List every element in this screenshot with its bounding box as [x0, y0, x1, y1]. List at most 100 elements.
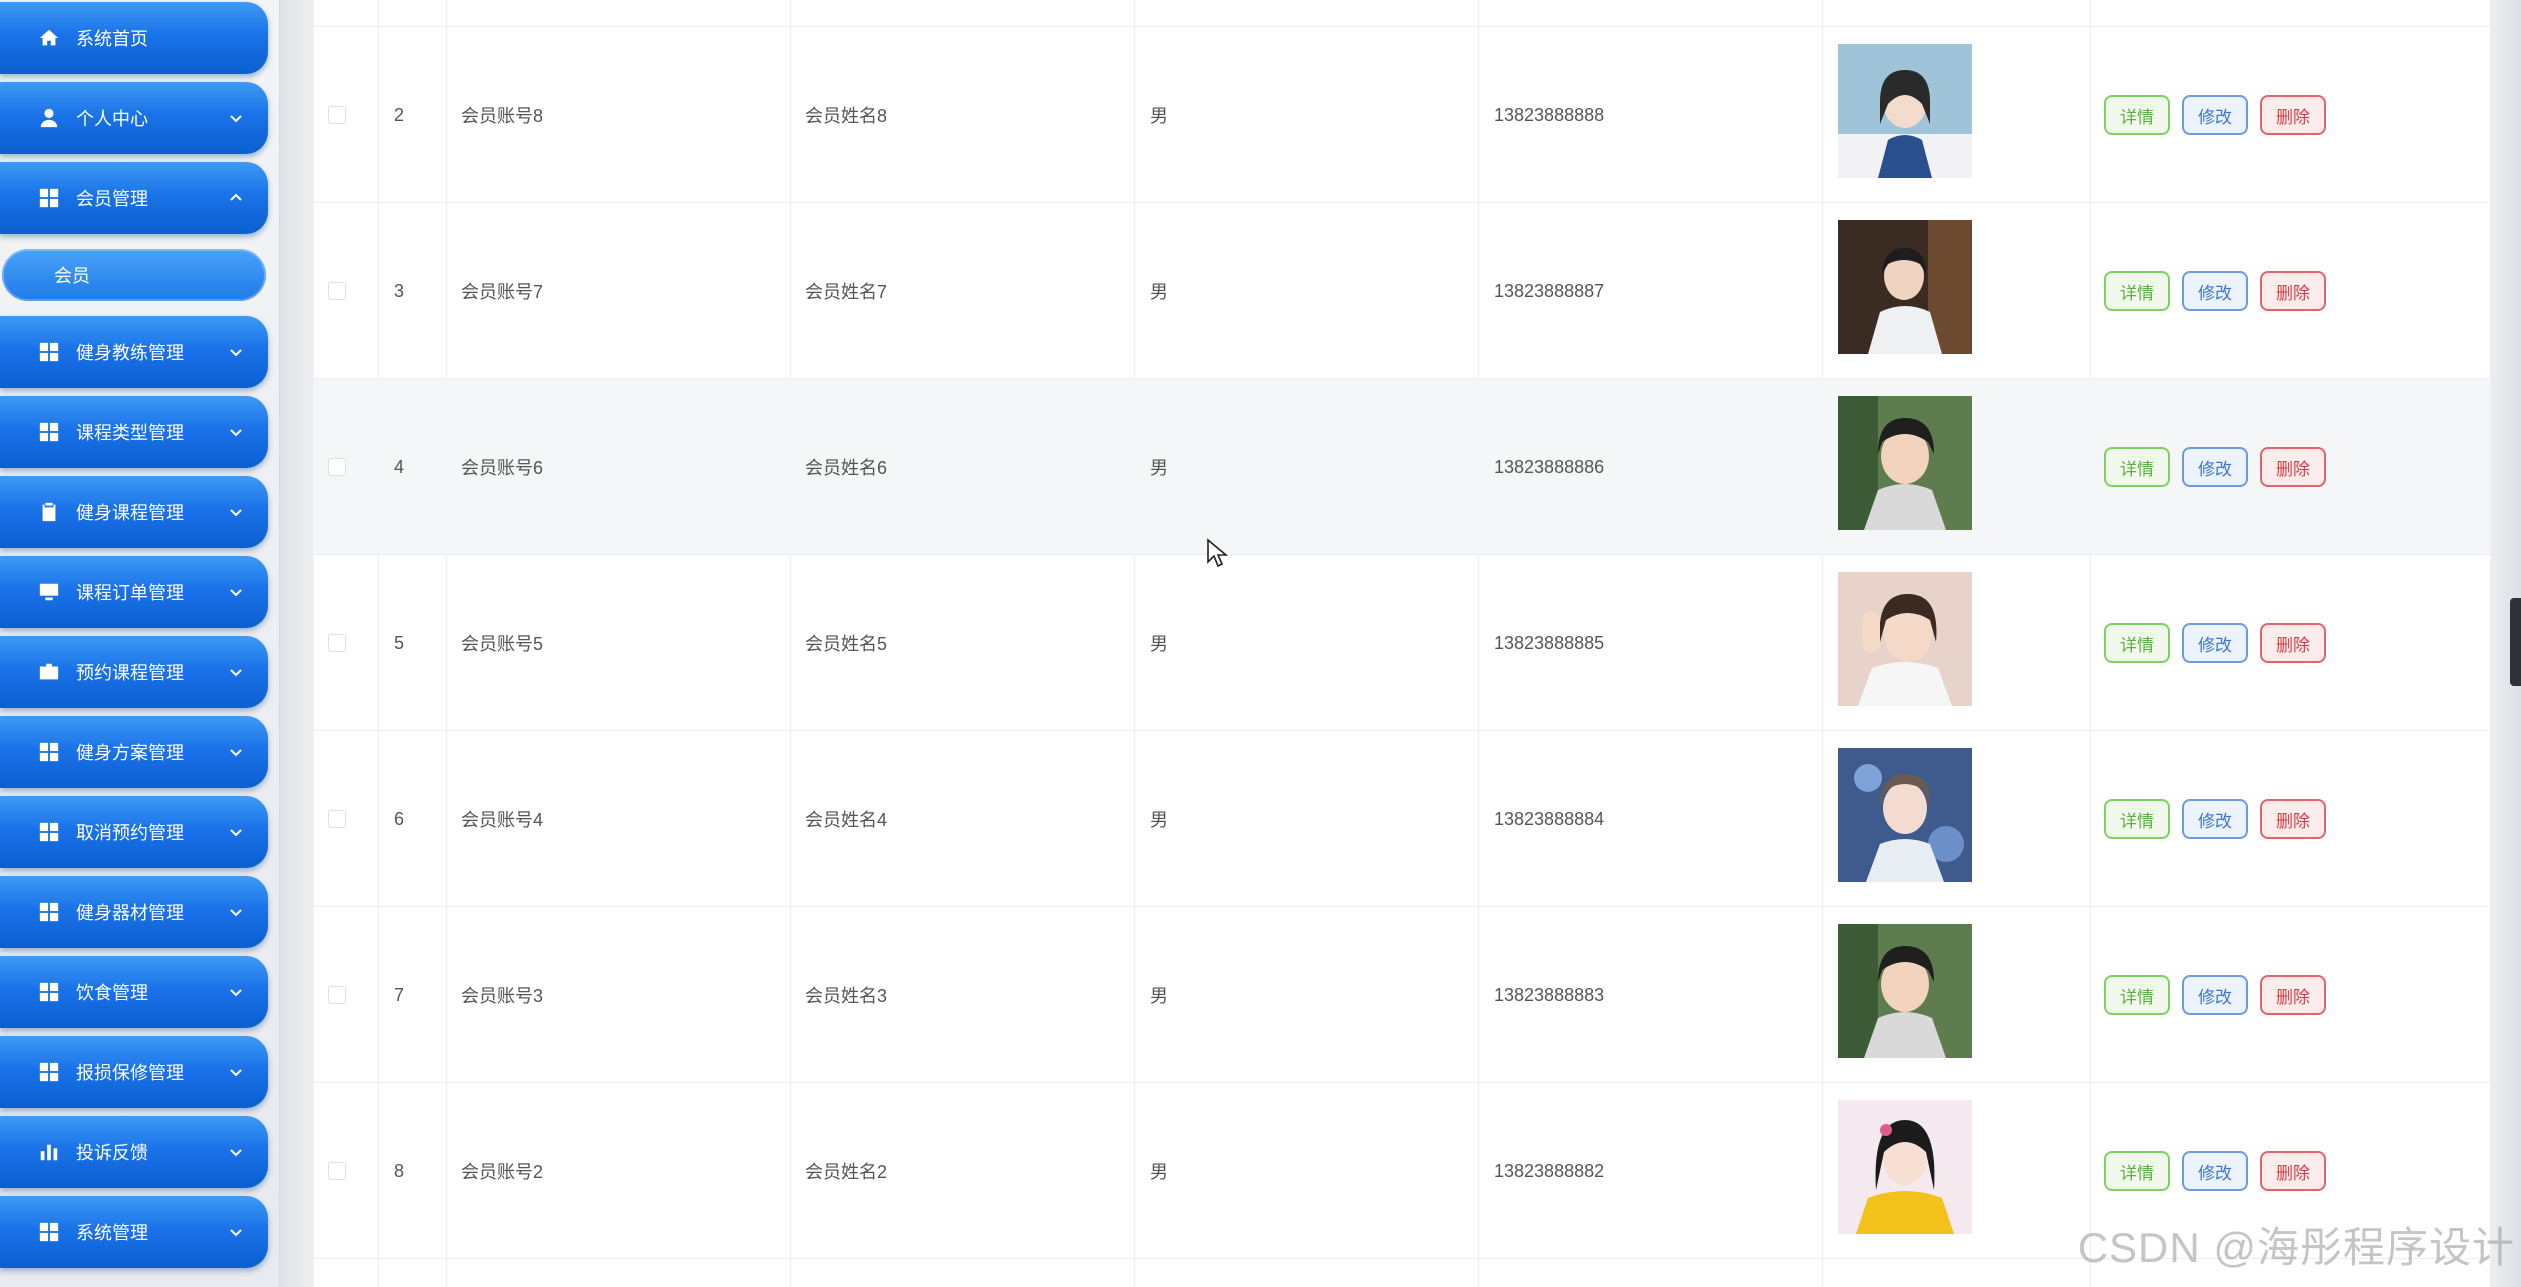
sidebar-subitem-label: 会员: [54, 266, 90, 286]
detail-button[interactable]: 详情: [2104, 95, 2170, 135]
member-phone: 13823888883: [1494, 984, 1605, 1005]
edit-button[interactable]: 修改: [2182, 447, 2248, 487]
mouse-cursor-icon: [1207, 538, 1228, 568]
row-checkbox[interactable]: [328, 282, 346, 300]
table-row-partial: [314, 0, 2490, 27]
edit-button[interactable]: 修改: [2182, 1151, 2248, 1191]
sidebar-item-fitness-plan-management[interactable]: 健身方案管理: [0, 716, 268, 788]
table-row: 5 会员账号5 会员姓名5 男 13823888885 详情 修改 删除: [314, 555, 2490, 731]
member-table: 2 会员账号8 会员姓名8 男 13823888888 详情 修改 删除 3 会…: [314, 0, 2490, 1287]
chevron-down-icon: [228, 424, 244, 440]
sidebar-item-course-type-management[interactable]: 课程类型管理: [0, 396, 268, 468]
row-checkbox-cell: [328, 555, 346, 731]
member-gender: 男: [1150, 986, 1168, 1006]
chevron-down-icon: [228, 664, 244, 680]
sidebar-item-label: 健身教练管理: [76, 343, 184, 363]
sidebar-item-label: 预约课程管理: [76, 663, 184, 683]
row-index: 7: [394, 984, 405, 1005]
edit-button[interactable]: 修改: [2182, 95, 2248, 135]
delete-button[interactable]: 删除: [2260, 95, 2326, 135]
sidebar-item-fitness-course-management[interactable]: 健身课程管理: [0, 476, 268, 548]
row-checkbox[interactable]: [328, 106, 346, 124]
detail-button[interactable]: 详情: [2104, 623, 2170, 663]
member-name: 会员姓名7: [805, 282, 888, 302]
row-checkbox[interactable]: [328, 1162, 346, 1180]
sidebar-item-label: 投诉反馈: [76, 1143, 148, 1163]
detail-button[interactable]: 详情: [2104, 975, 2170, 1015]
sidebar-item-damage-repair-management[interactable]: 报损保修管理: [0, 1036, 268, 1108]
member-gender: 男: [1150, 810, 1168, 830]
row-index: 6: [394, 808, 405, 829]
grid-icon: [38, 1061, 60, 1083]
sidebar-item-label: 健身器材管理: [76, 903, 184, 923]
member-phone: 13823888888: [1494, 104, 1605, 125]
bar-chart-icon: [38, 1141, 60, 1163]
delete-button[interactable]: 删除: [2260, 447, 2326, 487]
grid-icon: [38, 821, 60, 843]
member-account: 会员账号6: [461, 458, 544, 478]
scrollbar-thumb[interactable]: [2510, 598, 2521, 686]
member-phone: 13823888882: [1494, 1160, 1605, 1181]
row-actions: 详情 修改 删除: [2104, 555, 2338, 731]
member-account: 会员账号2: [461, 1162, 544, 1182]
row-index: 4: [394, 456, 405, 477]
grid-icon: [38, 1221, 60, 1243]
table-row: 3 会员账号7 会员姓名7 男 13823888887 详情 修改 删除: [314, 203, 2490, 379]
delete-button[interactable]: 删除: [2260, 623, 2326, 663]
detail-button[interactable]: 详情: [2104, 799, 2170, 839]
member-avatar: [1838, 1100, 1972, 1234]
row-checkbox-cell: [328, 27, 346, 203]
row-checkbox[interactable]: [328, 634, 346, 652]
sidebar-item-label: 取消预约管理: [76, 823, 184, 843]
row-index: 5: [394, 632, 405, 653]
sidebar-subitem-member[interactable]: 会员: [2, 249, 266, 301]
row-checkbox[interactable]: [328, 810, 346, 828]
delete-button[interactable]: 删除: [2260, 799, 2326, 839]
edit-button[interactable]: 修改: [2182, 623, 2248, 663]
sidebar-item-coach-management[interactable]: 健身教练管理: [0, 316, 268, 388]
sidebar-item-system-management[interactable]: 系统管理: [0, 1196, 268, 1268]
user-icon: [38, 107, 60, 129]
sidebar-item-complaint-feedback[interactable]: 投诉反馈: [0, 1116, 268, 1188]
sidebar-item-equipment-management[interactable]: 健身器材管理: [0, 876, 268, 948]
table-row: 7 会员账号3 会员姓名3 男 13823888883 详情 修改 删除: [314, 907, 2490, 1083]
sidebar-item-personal-center[interactable]: 个人中心: [0, 82, 268, 154]
chevron-down-icon: [228, 984, 244, 1000]
sidebar-item-label: 会员管理: [76, 189, 148, 209]
sidebar-item-label: 饮食管理: [76, 983, 148, 1003]
member-account: 会员账号5: [461, 634, 544, 654]
table-row: 6 会员账号4 会员姓名4 男 13823888884 详情 修改 删除: [314, 731, 2490, 907]
sidebar-item-home[interactable]: 系统首页: [0, 2, 268, 74]
member-phone: 13823888884: [1494, 808, 1605, 829]
briefcase-icon: [38, 661, 60, 683]
row-checkbox[interactable]: [328, 986, 346, 1004]
edit-button[interactable]: 修改: [2182, 271, 2248, 311]
sidebar-item-booking-management[interactable]: 预约课程管理: [0, 636, 268, 708]
member-avatar: [1838, 396, 1972, 530]
delete-button[interactable]: 删除: [2260, 271, 2326, 311]
sidebar-item-label: 系统首页: [76, 29, 148, 49]
chevron-down-icon: [228, 904, 244, 920]
delete-button[interactable]: 删除: [2260, 1151, 2326, 1191]
detail-button[interactable]: 详情: [2104, 271, 2170, 311]
delete-button[interactable]: 删除: [2260, 975, 2326, 1015]
row-actions: 详情 修改 删除: [2104, 27, 2338, 203]
chevron-up-icon: [228, 190, 244, 206]
sidebar-item-diet-management[interactable]: 饮食管理: [0, 956, 268, 1028]
edit-button[interactable]: 修改: [2182, 799, 2248, 839]
member-name: 会员姓名3: [805, 986, 888, 1006]
detail-button[interactable]: 详情: [2104, 1151, 2170, 1191]
row-actions: 详情 修改 删除: [2104, 203, 2338, 379]
row-checkbox[interactable]: [328, 458, 346, 476]
member-gender: 男: [1150, 634, 1168, 654]
edit-button[interactable]: 修改: [2182, 975, 2248, 1015]
member-name: 会员姓名6: [805, 458, 888, 478]
detail-button[interactable]: 详情: [2104, 447, 2170, 487]
sidebar-item-member-management[interactable]: 会员管理: [0, 162, 268, 234]
member-avatar: [1838, 924, 1972, 1058]
sidebar-item-cancel-booking-management[interactable]: 取消预约管理: [0, 796, 268, 868]
member-gender: 男: [1150, 282, 1168, 302]
sidebar-item-course-order-management[interactable]: 课程订单管理: [0, 556, 268, 628]
row-index: 3: [394, 280, 405, 301]
row-index: 8: [394, 1160, 405, 1181]
